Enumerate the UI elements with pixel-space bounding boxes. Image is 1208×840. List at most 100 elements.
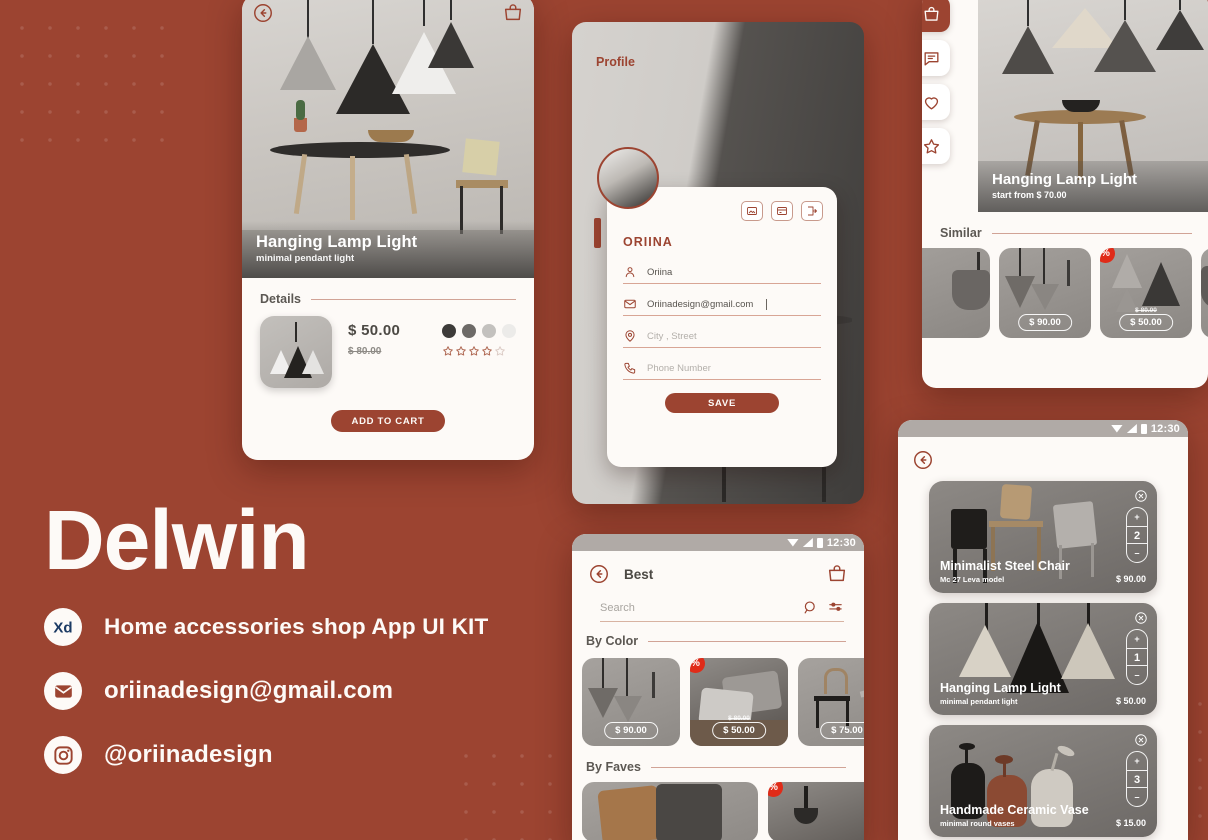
cart-item[interactable]: + 3 – Handmade Ceramic Vase minimal roun…	[929, 725, 1157, 837]
decrease-button[interactable]: –	[1127, 788, 1147, 806]
wooden-bowl	[368, 130, 414, 142]
product-tile[interactable]: $ 75.00	[798, 658, 864, 746]
field-address-value: City , Street	[647, 330, 697, 342]
save-button[interactable]: SAVE	[665, 393, 779, 413]
similar-row: $ 90.00 % $ 80.00 $ 50.00 $	[922, 240, 1208, 338]
avatar[interactable]	[597, 147, 659, 209]
swatch-white[interactable]	[502, 324, 516, 338]
add-to-cart-row: ADD TO CART	[242, 388, 534, 432]
battery-icon	[816, 537, 823, 548]
logout-icon[interactable]	[801, 201, 823, 221]
field-phone[interactable]: Phone Number	[623, 361, 821, 380]
product-tile[interactable]: $ 90.00	[582, 658, 680, 746]
product-thumbnail[interactable]	[260, 316, 332, 388]
brand-instagram[interactable]: @oriinadesign	[104, 741, 273, 769]
field-email[interactable]: Oriinadesign@gmail.com	[623, 297, 821, 316]
payment-card-icon[interactable]	[771, 201, 793, 221]
plant-leaf	[296, 100, 305, 120]
phone-icon	[624, 362, 636, 374]
product-tile[interactable]	[582, 782, 758, 840]
discount-badge: %	[768, 782, 783, 797]
cart-item-price: $ 15.00	[1115, 818, 1146, 828]
accent-bar	[594, 218, 601, 248]
by-faves-label: By Faves	[586, 760, 641, 774]
quantity-stepper[interactable]: + 3 –	[1126, 751, 1148, 807]
close-circle-icon[interactable]	[1134, 733, 1148, 747]
swatch-charcoal[interactable]	[442, 324, 456, 338]
text-caret	[766, 298, 768, 310]
brand-email[interactable]: oriinadesign@gmail.com	[104, 677, 393, 705]
back-arrow-icon[interactable]	[252, 2, 274, 24]
divider	[991, 232, 1192, 234]
decrease-button[interactable]: –	[1127, 544, 1147, 562]
color-swatches[interactable]	[442, 324, 516, 338]
rail-item-chat[interactable]	[922, 40, 950, 76]
rail-item-heart[interactable]	[922, 84, 950, 120]
lamp-shade-small	[428, 0, 474, 68]
product-tile[interactable]: $ 90.00	[999, 248, 1091, 338]
brand-line-email: oriinadesign@gmail.com	[44, 672, 564, 710]
cart-item-title: Hanging Lamp Light	[940, 681, 1061, 695]
adobe-xd-icon: Xd	[44, 608, 82, 646]
similar-hero-title: Hanging Lamp Light	[992, 171, 1137, 188]
product-tile[interactable]: % $ 80.00 $ 50.00	[690, 658, 788, 746]
profile-actions	[741, 201, 823, 221]
close-circle-icon[interactable]	[1134, 489, 1148, 503]
search-bar[interactable]: Search	[600, 599, 844, 622]
status-bar-time: 12:30	[826, 536, 856, 549]
rail-item-star[interactable]	[922, 128, 950, 164]
rating-stars[interactable]	[442, 345, 516, 357]
search-input[interactable]: Search	[600, 602, 794, 614]
field-address[interactable]: City , Street	[623, 329, 821, 348]
product-tile[interactable]: %	[768, 782, 864, 840]
field-email-value: Oriinadesign@gmail.com	[647, 298, 754, 310]
product-tile[interactable]	[922, 248, 990, 338]
filter-icon[interactable]	[827, 599, 844, 616]
old-price: $ 80.00	[1135, 307, 1157, 314]
search-icon[interactable]	[802, 599, 819, 616]
swatch-gray[interactable]	[462, 324, 476, 338]
quantity-stepper[interactable]: + 2 –	[1126, 507, 1148, 563]
options-block	[442, 316, 516, 388]
price-pill: $ 90.00	[1018, 314, 1072, 331]
old-price: $ 80.00	[348, 346, 382, 357]
increase-button[interactable]: +	[1127, 630, 1147, 648]
add-to-cart-button[interactable]: ADD TO CART	[331, 410, 445, 432]
quantity-stepper[interactable]: + 1 –	[1126, 629, 1148, 685]
mail-icon	[44, 672, 82, 710]
lamp-shade-small	[1156, 0, 1204, 50]
instagram-icon	[44, 736, 82, 774]
price-pill: $ 75.00	[820, 722, 864, 739]
product-tile[interactable]: % $ 80.00 $ 50.00	[1100, 248, 1192, 338]
shopping-bag-icon[interactable]	[826, 563, 848, 585]
old-price: $ 80.00	[728, 715, 750, 722]
quantity-value: 1	[1127, 648, 1147, 666]
brand-line-tagline: Xd Home accessories shop App UI KIT	[44, 608, 564, 646]
swatch-light-gray[interactable]	[482, 324, 496, 338]
decrease-button[interactable]: –	[1127, 666, 1147, 684]
cart-item[interactable]: + 1 – Hanging Lamp Light minimal pendant…	[929, 603, 1157, 715]
branding-block: Delwin Xd Home accessories shop App UI K…	[44, 498, 564, 774]
divider	[311, 298, 516, 300]
price-pill: $ 50.00	[1119, 314, 1173, 331]
similar-screen: Hanging Lamp Light start from $ 70.00 Si…	[922, 0, 1208, 388]
product-hero-image: Hanging Lamp Light minimal pendant light	[242, 0, 534, 278]
edit-photo-icon[interactable]	[741, 201, 763, 221]
field-phone-value: Phone Number	[647, 362, 711, 374]
cart-item[interactable]: + 2 – Minimalist Steel Chair Mc 27 Leva …	[929, 481, 1157, 593]
best-screen: 12:30 Best Search By Color $ 90.00 % $ 8…	[572, 534, 864, 840]
back-arrow-icon[interactable]	[898, 437, 1188, 471]
increase-button[interactable]: +	[1127, 752, 1147, 770]
field-name[interactable]: Oriina	[623, 265, 821, 284]
back-arrow-icon[interactable]	[588, 563, 610, 585]
details-body: $ 50.00 $ 80.00	[242, 306, 534, 388]
close-circle-icon[interactable]	[1134, 611, 1148, 625]
product-tile[interactable]: $	[1201, 248, 1208, 338]
shopping-bag-icon[interactable]	[502, 2, 524, 24]
details-section-header: Details	[242, 278, 534, 306]
cart-item-subtitle: minimal pendant light	[940, 697, 1018, 706]
plant-pot	[294, 118, 307, 132]
product-detail-screen: Hanging Lamp Light minimal pendant light…	[242, 0, 534, 460]
increase-button[interactable]: +	[1127, 508, 1147, 526]
rail-item-bag[interactable]	[922, 0, 950, 32]
